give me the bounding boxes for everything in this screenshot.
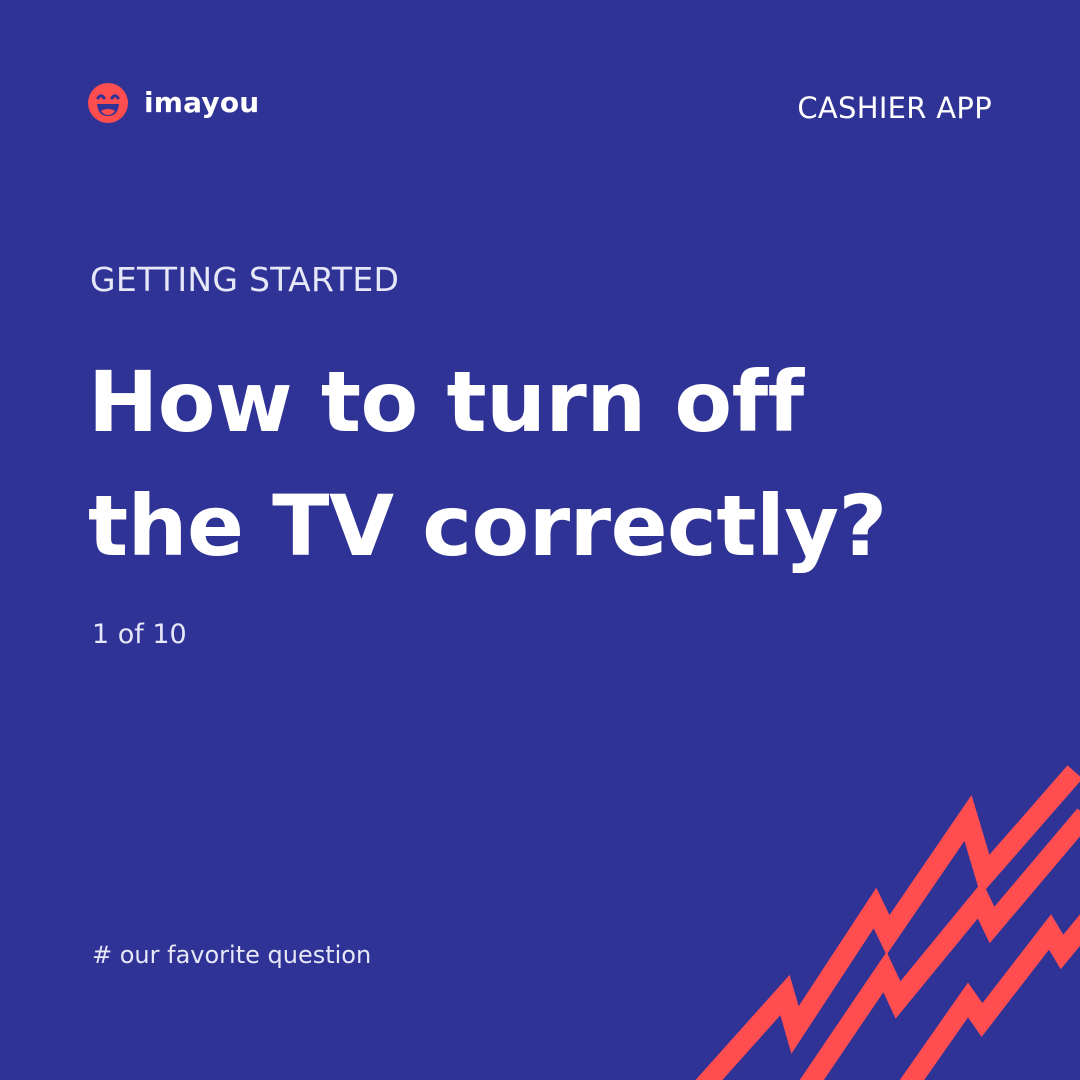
app-label: CASHIER APP: [797, 91, 992, 125]
brand: imayou: [88, 83, 259, 123]
zigzag-stroke-3: [899, 914, 1080, 1080]
page-counter: 1 of 10: [92, 619, 187, 650]
headline: How to turn off the TV correctly?: [88, 340, 1048, 588]
laughing-face-icon: [88, 83, 128, 123]
brand-name: imayou: [144, 86, 260, 119]
zigzag-stroke-1: [695, 765, 1080, 1080]
hashtag-caption: # our favorite question: [92, 941, 372, 969]
headline-line-1: How to turn off: [88, 353, 804, 451]
zigzag-stroke-2: [799, 808, 1080, 1080]
slide-canvas: imayou CASHIER APP GETTING STARTED How t…: [0, 0, 1080, 1080]
headline-line-2: the TV correctly?: [88, 477, 887, 575]
section-label: GETTING STARTED: [90, 260, 400, 299]
